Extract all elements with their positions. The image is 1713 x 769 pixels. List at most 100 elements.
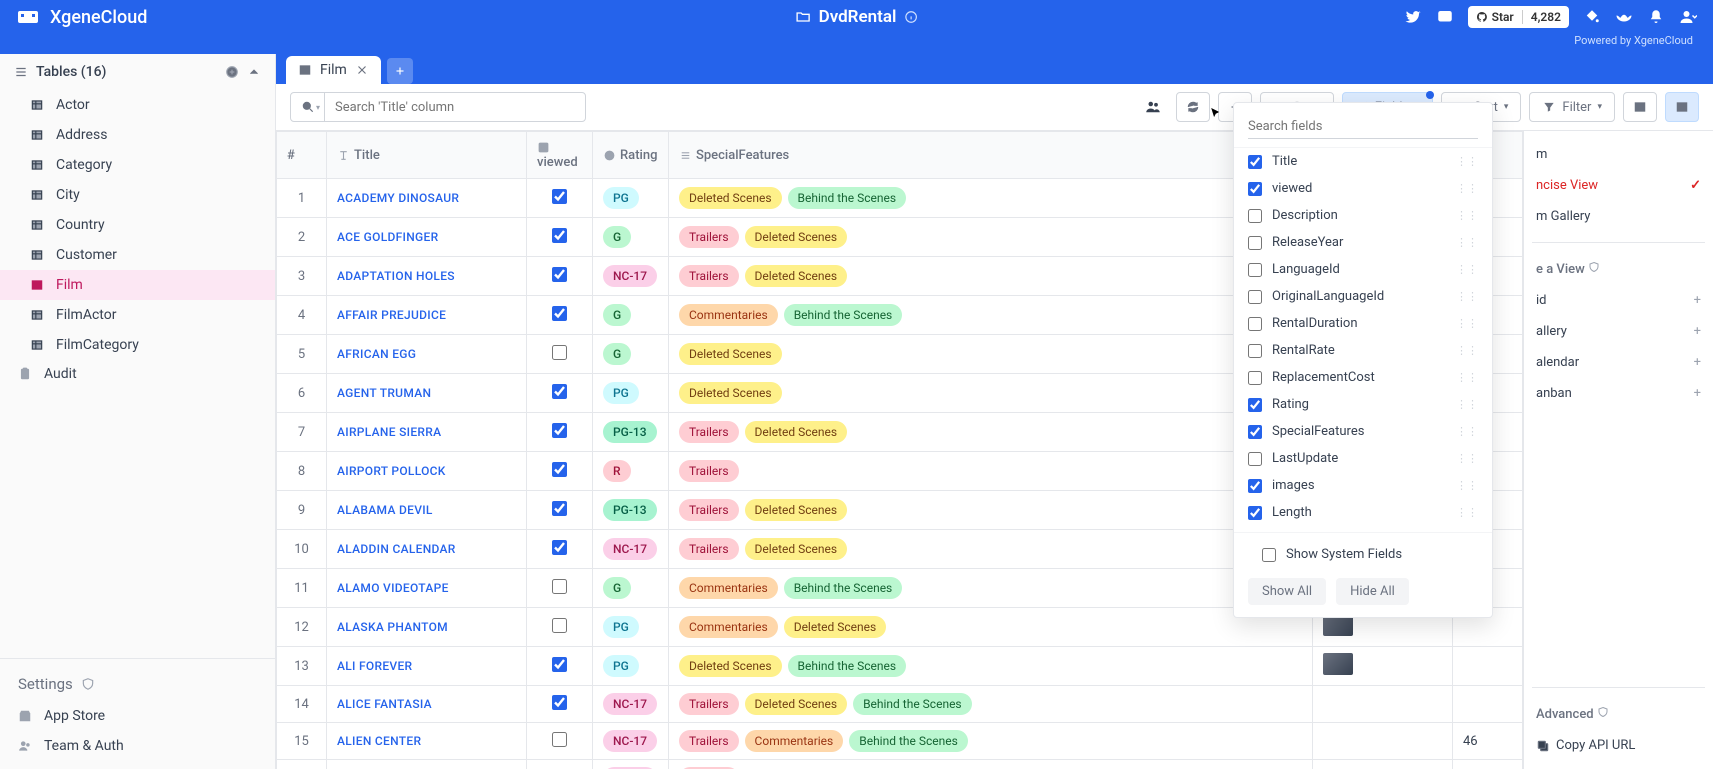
cell-viewed[interactable] xyxy=(527,491,593,530)
people-icon[interactable] xyxy=(1144,98,1162,116)
github-star-button[interactable]: Star 4,282 xyxy=(1468,6,1569,28)
image-thumb[interactable] xyxy=(1323,653,1353,675)
field-toggle-languageid[interactable]: LanguageId⋮⋮ xyxy=(1234,256,1492,283)
search-scope-button[interactable]: ▾ xyxy=(291,93,325,121)
bat-icon[interactable] xyxy=(1615,8,1633,26)
filter-button[interactable]: Filter▾ xyxy=(1529,92,1615,122)
cell-viewed[interactable] xyxy=(527,608,593,647)
cell-title[interactable]: ALICE FANTASIA xyxy=(327,686,527,723)
cell-images[interactable] xyxy=(1313,723,1453,760)
field-toggle-rating[interactable]: Rating⋮⋮ xyxy=(1234,391,1492,418)
cell-features[interactable]: Trailers xyxy=(669,760,1313,769)
table-row[interactable]: 13ALI FOREVERPGDeleted ScenesBehind the … xyxy=(277,647,1523,686)
field-checkbox[interactable] xyxy=(1248,236,1262,250)
cell-features[interactable]: Deleted Scenes xyxy=(669,335,1313,374)
cell-title[interactable]: ALADDIN CALENDAR xyxy=(327,530,527,569)
field-checkbox[interactable] xyxy=(1248,290,1262,304)
settings-link[interactable]: Settings xyxy=(0,667,275,701)
cell-rating[interactable]: NC-17 xyxy=(593,257,669,296)
cell-features[interactable]: Deleted ScenesBehind the Scenes xyxy=(669,647,1313,686)
field-toggle-originallanguageid[interactable]: OriginalLanguageId⋮⋮ xyxy=(1234,283,1492,310)
viewed-checkbox[interactable] xyxy=(552,695,567,710)
cell-rating[interactable]: NC-17 xyxy=(593,723,669,760)
cell-viewed[interactable] xyxy=(527,218,593,257)
col-specialfeatures[interactable]: SpecialFeatures xyxy=(669,132,1313,179)
cell-viewed[interactable] xyxy=(527,179,593,218)
show-all-button[interactable]: Show All xyxy=(1248,578,1326,605)
cell-title[interactable]: AFFAIR PREJUDICE xyxy=(327,296,527,335)
viewed-checkbox[interactable] xyxy=(552,306,567,321)
tables-header[interactable]: Tables (16) xyxy=(0,54,275,90)
sidebar-item-filmactor[interactable]: FilmActor xyxy=(0,300,275,330)
cell-rating[interactable]: G xyxy=(593,218,669,257)
cell-title[interactable]: ALAMO VIDEOTAPE xyxy=(327,569,527,608)
cell-rating[interactable]: NC-17 xyxy=(593,760,669,769)
drag-handle-icon[interactable]: ⋮⋮ xyxy=(1456,398,1478,411)
cell-rating[interactable]: G xyxy=(593,335,669,374)
cell-viewed[interactable] xyxy=(527,413,593,452)
field-toggle-rentalduration[interactable]: RentalDuration⋮⋮ xyxy=(1234,310,1492,337)
field-toggle-title[interactable]: Title⋮⋮ xyxy=(1234,148,1492,175)
sidebar-item-category[interactable]: Category xyxy=(0,150,275,180)
cell-viewed[interactable] xyxy=(527,569,593,608)
cell-title[interactable]: ALABAMA DEVIL xyxy=(327,491,527,530)
sidebar-item-customer[interactable]: Customer xyxy=(0,240,275,270)
drag-handle-icon[interactable]: ⋮⋮ xyxy=(1456,425,1478,438)
audit-link[interactable]: Audit xyxy=(0,359,275,389)
cell-viewed[interactable] xyxy=(527,257,593,296)
close-icon[interactable] xyxy=(355,63,369,77)
appstore-link[interactable]: App Store xyxy=(0,701,275,731)
cell-title[interactable]: ADAPTATION HOLES xyxy=(327,257,527,296)
drag-handle-icon[interactable]: ⋮⋮ xyxy=(1456,155,1478,168)
info-icon[interactable] xyxy=(904,10,918,24)
field-toggle-images[interactable]: images⋮⋮ xyxy=(1234,472,1492,499)
drag-handle-icon[interactable]: ⋮⋮ xyxy=(1456,263,1478,276)
field-checkbox[interactable] xyxy=(1248,182,1262,196)
cell-title[interactable]: ACADEMY DINOSAUR xyxy=(327,179,527,218)
sidebar-item-city[interactable]: City xyxy=(0,180,275,210)
drag-handle-icon[interactable]: ⋮⋮ xyxy=(1456,506,1478,519)
cell-features[interactable]: CommentariesBehind the Scenes xyxy=(669,569,1313,608)
create-grid-view[interactable]: id+ xyxy=(1532,287,1705,314)
project-title[interactable]: DvdRental xyxy=(795,7,919,27)
cell-features[interactable]: TrailersDeleted Scenes xyxy=(669,530,1313,569)
system-fields-checkbox[interactable] xyxy=(1262,548,1276,562)
field-checkbox[interactable] xyxy=(1248,398,1262,412)
chevron-up-icon[interactable] xyxy=(247,65,261,79)
field-toggle-replacementcost[interactable]: ReplacementCost⋮⋮ xyxy=(1234,364,1492,391)
cell-features[interactable]: TrailersCommentariesBehind the Scenes xyxy=(669,723,1313,760)
drag-handle-icon[interactable]: ⋮⋮ xyxy=(1456,182,1478,195)
toggle-views-button[interactable] xyxy=(1665,92,1699,122)
drag-handle-icon[interactable]: ⋮⋮ xyxy=(1456,317,1478,330)
cell-title[interactable]: ALASKA PHANTOM xyxy=(327,608,527,647)
drag-handle-icon[interactable]: ⋮⋮ xyxy=(1456,236,1478,249)
viewed-checkbox[interactable] xyxy=(552,228,567,243)
field-checkbox[interactable] xyxy=(1248,479,1262,493)
field-checkbox[interactable] xyxy=(1248,506,1262,520)
cell-length[interactable] xyxy=(1453,686,1523,723)
field-toggle-specialfeatures[interactable]: SpecialFeatures⋮⋮ xyxy=(1234,418,1492,445)
table-row[interactable]: 15ALIEN CENTERNC-17TrailersCommentariesB… xyxy=(277,723,1523,760)
cell-images[interactable] xyxy=(1313,760,1453,769)
field-checkbox[interactable] xyxy=(1248,263,1262,277)
cell-rating[interactable]: G xyxy=(593,296,669,335)
search-input[interactable] xyxy=(325,100,585,115)
cell-viewed[interactable] xyxy=(527,374,593,413)
field-toggle-length[interactable]: Length⋮⋮ xyxy=(1234,499,1492,526)
viewed-checkbox[interactable] xyxy=(552,423,567,438)
field-toggle-releaseyear[interactable]: ReleaseYear⋮⋮ xyxy=(1234,229,1492,256)
cell-length[interactable] xyxy=(1453,647,1523,686)
add-tab-button[interactable] xyxy=(387,58,413,84)
cell-viewed[interactable] xyxy=(527,686,593,723)
viewed-checkbox[interactable] xyxy=(552,384,567,399)
bell-icon[interactable] xyxy=(1647,8,1665,26)
plus-circle-icon[interactable] xyxy=(225,65,239,79)
cell-viewed[interactable] xyxy=(527,647,593,686)
drag-handle-icon[interactable]: ⋮⋮ xyxy=(1456,209,1478,222)
col-title[interactable]: Title xyxy=(327,132,527,179)
cell-features[interactable]: TrailersDeleted Scenes xyxy=(669,257,1313,296)
cell-viewed[interactable] xyxy=(527,452,593,491)
viewed-checkbox[interactable] xyxy=(552,462,567,477)
brand[interactable]: XgeneCloud xyxy=(16,5,147,29)
field-checkbox[interactable] xyxy=(1248,371,1262,385)
